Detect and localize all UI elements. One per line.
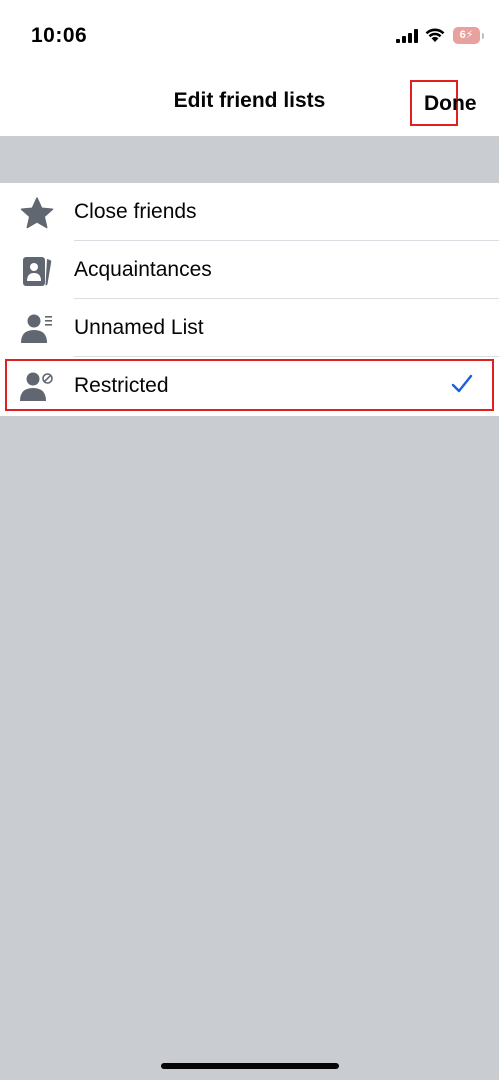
battery-icon: 6⚡ <box>453 27 480 44</box>
list-item-unnamed-list[interactable]: Unnamed List <box>0 299 499 357</box>
done-label: Done <box>424 92 477 115</box>
list-item-label: Restricted <box>74 374 169 397</box>
list-item-label: Close friends <box>74 200 197 223</box>
list-item-close-friends[interactable]: Close friends <box>0 183 499 241</box>
nav-bar: Edit friend lists Done <box>0 72 499 136</box>
checkmark-icon <box>451 374 473 393</box>
section-spacer <box>0 136 499 183</box>
status-bar: 10:06 6⚡ <box>0 0 499 72</box>
list-item-label: Acquaintances <box>74 258 212 281</box>
status-time: 10:06 <box>31 24 88 47</box>
done-button[interactable]: Done <box>410 80 477 126</box>
battery-nub <box>482 33 484 39</box>
person-list-icon <box>21 314 52 343</box>
home-indicator[interactable] <box>161 1063 339 1069</box>
cellular-signal-icon <box>396 29 418 43</box>
friend-lists: Close friends Acquaintances Unnamed List <box>0 183 499 416</box>
list-item-label: Unnamed List <box>74 316 204 339</box>
person-restricted-icon <box>20 372 53 401</box>
charging-bolt-icon: ⚡ <box>465 29 474 41</box>
list-item-restricted[interactable]: Restricted <box>0 357 499 416</box>
acquaintances-icon <box>23 257 52 286</box>
list-item-acquaintances[interactable]: Acquaintances <box>0 241 499 299</box>
star-icon <box>20 197 54 229</box>
wifi-icon <box>425 28 445 42</box>
